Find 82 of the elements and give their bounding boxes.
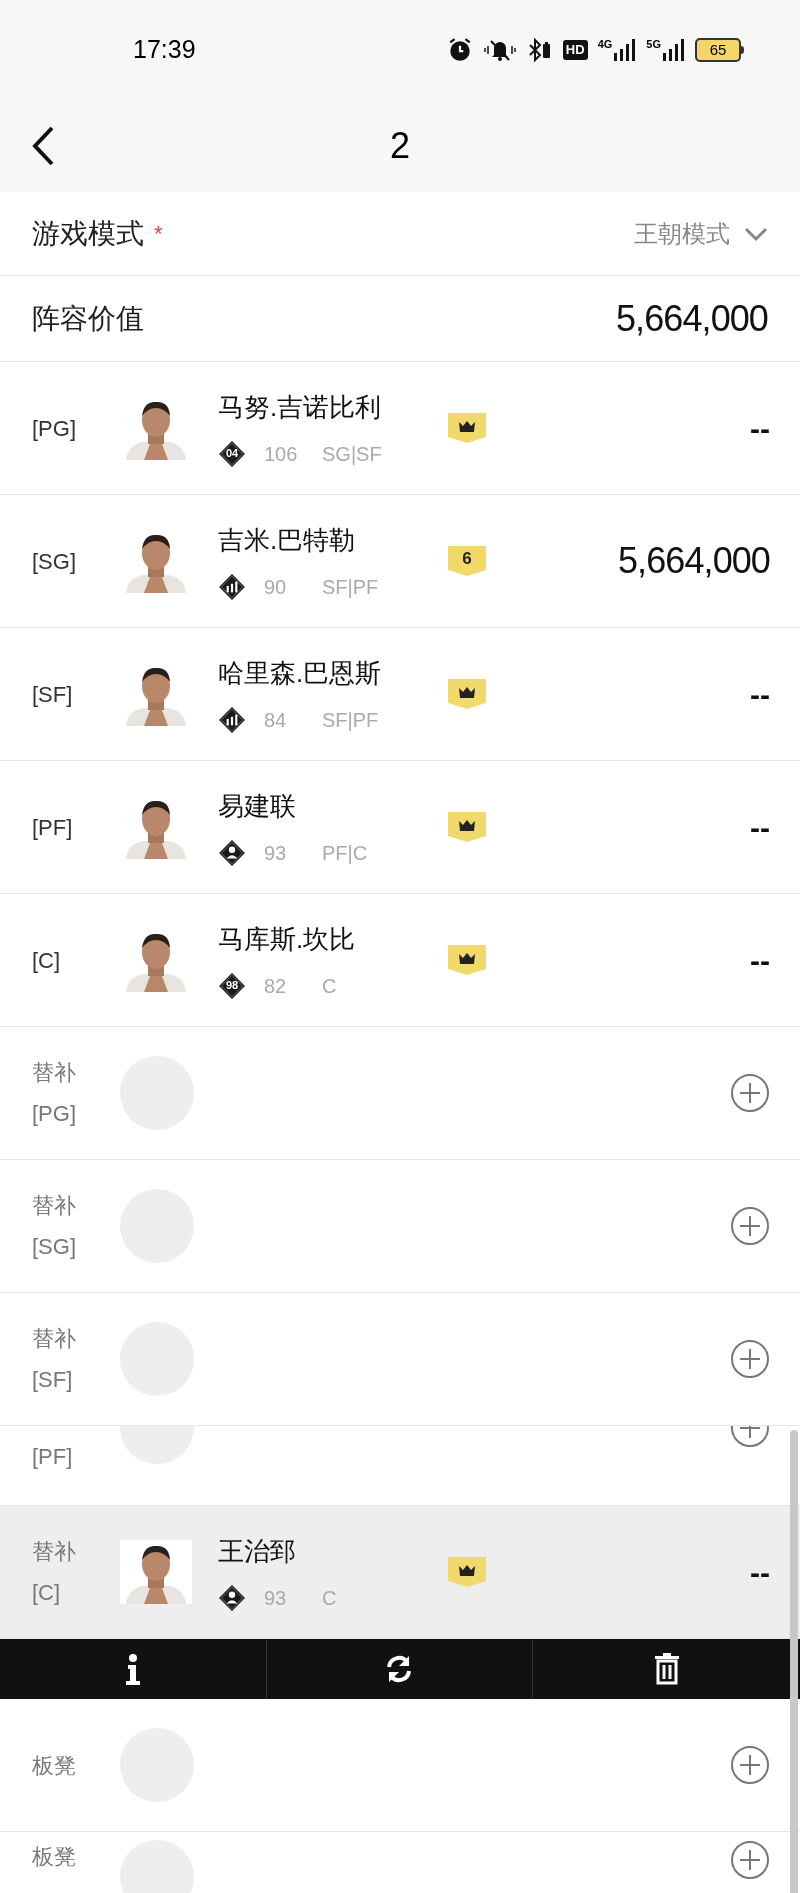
mode-dropdown[interactable]: 王朝模式 bbox=[634, 215, 768, 252]
player-name: 马努.吉诺比利 bbox=[218, 390, 383, 424]
player-value: -- bbox=[750, 809, 770, 846]
row-role: 板凳 bbox=[32, 1843, 77, 1871]
signal-icon bbox=[614, 39, 637, 61]
bar-chart-badge-icon bbox=[218, 705, 246, 734]
scrollbar[interactable] bbox=[790, 1430, 798, 1893]
status-time: 17:39 bbox=[133, 34, 196, 66]
trash-icon bbox=[653, 1653, 680, 1685]
position-label: [C] bbox=[32, 946, 62, 975]
field-label: 阵容价值 bbox=[32, 301, 144, 336]
player-value: -- bbox=[750, 676, 770, 713]
player-name: 马库斯.坎比 bbox=[218, 922, 357, 956]
row-role: 替补 bbox=[32, 1059, 77, 1087]
add-icon bbox=[730, 1840, 770, 1880]
empty-slot-row[interactable]: [PF] bbox=[0, 1426, 800, 1506]
dropdown-value: 王朝模式 bbox=[634, 218, 730, 249]
player-positions: SG|SF bbox=[322, 441, 382, 467]
position-label: [PG] bbox=[32, 414, 77, 443]
player-name: 哈里森.巴恩斯 bbox=[218, 656, 383, 690]
player-name: 吉米.巴特勒 bbox=[218, 523, 357, 557]
player-positions: SF|PF bbox=[322, 574, 379, 600]
position-label: [PF] bbox=[32, 1444, 73, 1469]
signal-icon bbox=[663, 39, 685, 61]
position-label: [SF] bbox=[32, 1366, 74, 1394]
player-value: 5,664,000 bbox=[617, 539, 770, 583]
player-rating: 90 bbox=[264, 574, 288, 600]
chevron-down-icon bbox=[744, 225, 768, 242]
player-positions: SF|PF bbox=[322, 707, 379, 733]
row-role: 替补 bbox=[32, 1325, 77, 1353]
field-label: 游戏模式 bbox=[32, 216, 144, 251]
row-role: 替补 bbox=[32, 1538, 77, 1566]
bluetooth-battery-icon bbox=[526, 37, 553, 63]
lineup-value: 5,664,000 bbox=[615, 296, 768, 341]
bar-chart-badge-icon bbox=[218, 572, 246, 601]
page-title: 2 bbox=[390, 124, 410, 168]
player-rating: 93 bbox=[264, 840, 288, 866]
required-mark: * bbox=[154, 220, 163, 248]
info-icon bbox=[124, 1653, 141, 1685]
person-badge-icon bbox=[218, 838, 246, 867]
add-icon bbox=[730, 1339, 770, 1379]
person-badge-icon bbox=[218, 1583, 246, 1612]
crown-icon bbox=[458, 419, 476, 433]
position-label: [PF] bbox=[32, 813, 74, 842]
player-value: -- bbox=[750, 942, 770, 979]
crown-icon bbox=[458, 1563, 476, 1577]
badge-number: 98 bbox=[225, 978, 239, 994]
player-rating: 82 bbox=[264, 973, 288, 999]
player-positions: PF|C bbox=[322, 840, 368, 866]
position-label: [SG] bbox=[32, 547, 77, 576]
position-label: [SG] bbox=[32, 1233, 77, 1261]
tier-badge: 6 bbox=[448, 546, 486, 576]
player-name: 王治郅 bbox=[218, 1534, 297, 1568]
crown-icon bbox=[458, 685, 476, 699]
position-label: [C] bbox=[32, 1579, 62, 1607]
player-rating: 93 bbox=[264, 1585, 288, 1611]
player-positions: C bbox=[322, 973, 337, 999]
player-rating: 84 bbox=[264, 707, 288, 733]
add-icon bbox=[730, 1426, 770, 1448]
position-label: [PG] bbox=[32, 1100, 77, 1128]
player-name: 易建联 bbox=[218, 789, 297, 823]
network-label: 5G bbox=[646, 39, 661, 50]
network-label: 4G bbox=[597, 39, 613, 50]
battery-level: 65 bbox=[695, 38, 741, 62]
add-icon bbox=[730, 1073, 770, 1113]
player-value: -- bbox=[750, 1554, 770, 1591]
hd-indicator: HD bbox=[562, 40, 588, 60]
player-positions: C bbox=[322, 1585, 337, 1611]
back-icon bbox=[30, 126, 56, 166]
add-icon bbox=[730, 1206, 770, 1246]
position-label: [SF] bbox=[32, 680, 74, 709]
row-role: 替补 bbox=[32, 1192, 77, 1220]
player-value: -- bbox=[750, 410, 770, 447]
row-role: 板凳 bbox=[32, 1751, 77, 1780]
player-rating: 106 bbox=[264, 441, 299, 467]
add-icon bbox=[730, 1745, 770, 1785]
crown-icon bbox=[458, 818, 476, 832]
crown-icon bbox=[458, 951, 476, 965]
diamond-icon bbox=[218, 439, 246, 468]
badge-number: 04 bbox=[225, 446, 239, 462]
player-row[interactable]: 替补 [C] 王治郅 93 C -- bbox=[0, 1506, 800, 1639]
diamond-icon bbox=[218, 971, 246, 1000]
